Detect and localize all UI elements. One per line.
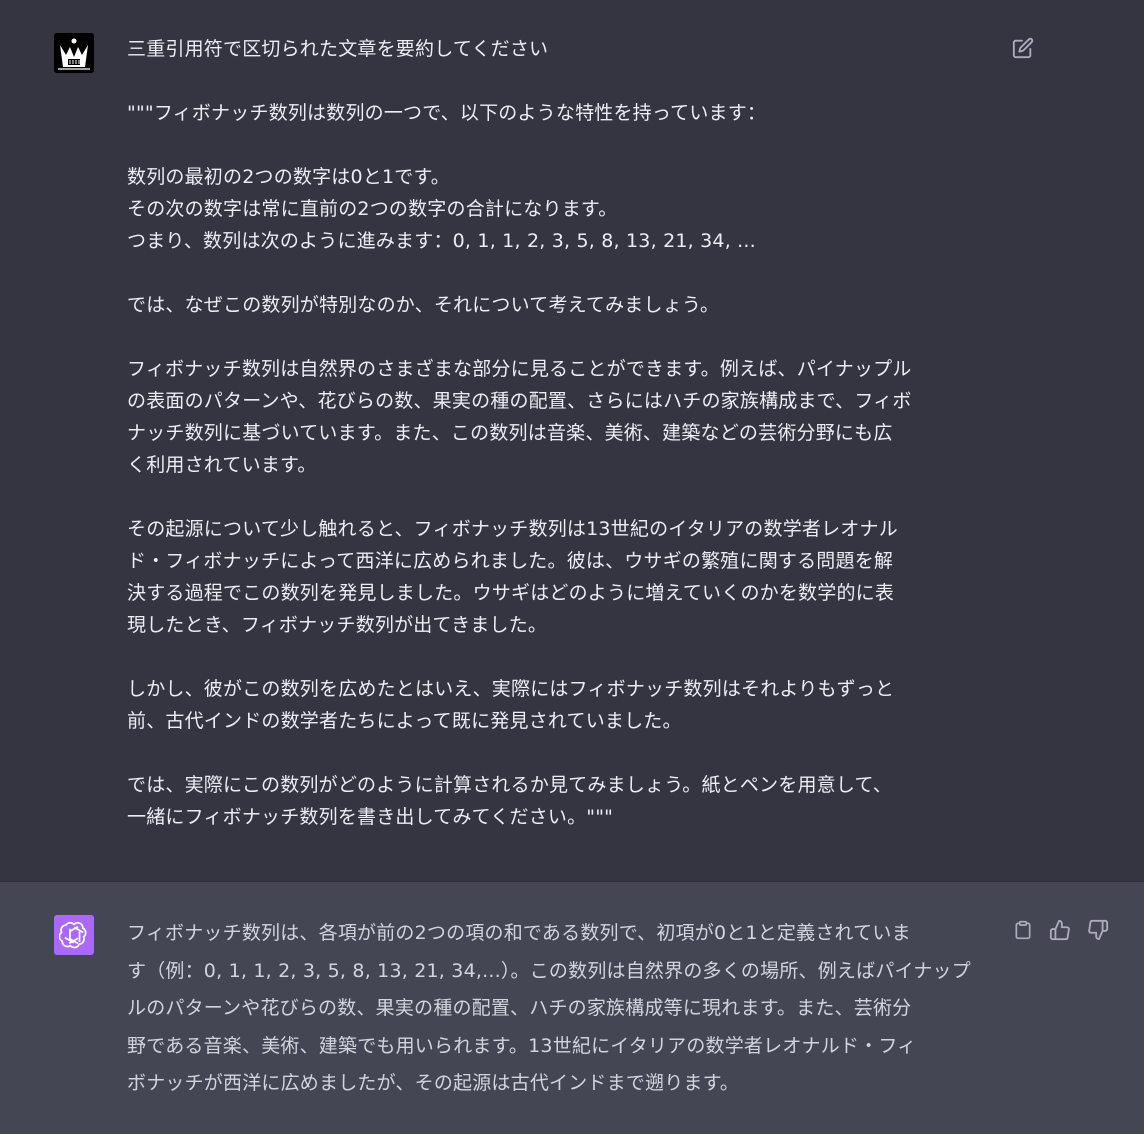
text-line: ルのパターンや花びらの数、果実の種の配置、ハチの家族構成等に現れます。また、芸術… — [127, 997, 912, 1019]
user-message-text: 三重引用符で区切られた文章を要約してください """フィボナッチ数列は数列の一つで… — [127, 33, 1007, 833]
text-line: 一緒にフィボナッチ数列を書き出してみてください。""" — [127, 806, 614, 828]
user-avatar — [54, 33, 94, 73]
text-line: しかし、彼がこの数列を広めたとはいえ、実際にはフィボナッチ数列はそれよりもずっと — [127, 678, 895, 700]
edit-button[interactable] — [1010, 35, 1036, 61]
text-line: つまり、数列は次のように進みます：0, 1, 1, 2, 3, 5, 8, 13… — [127, 230, 756, 252]
thumbs-down-icon — [1088, 919, 1109, 941]
assistant-message-text: フィボナッチ数列は、各項が前の2つの項の和である数列で、初項が0と1と定義されて… — [127, 915, 995, 1103]
edit-icon — [1012, 37, 1034, 59]
thumbs-up-icon — [1049, 919, 1070, 941]
text-line: """フィボナッチ数列は数列の一つで、以下のような特性を持っています： — [127, 102, 767, 124]
text-line: の表面のパターンや、花びらの数、果実の種の配置、さらにはハチの家族構成まで、フィ… — [127, 390, 912, 412]
text-line: 野である音楽、美術、建築でも用いられます。13世紀にイタリアの数学者レオナルド・… — [127, 1034, 917, 1057]
text-line: フィボナッチ数列は自然界のさまざまな部分に見ることができます。例えば、パイナップ… — [127, 358, 912, 380]
text-line: では、なぜこの数列が特別なのか、それについて考えてみましょう。 — [127, 294, 720, 316]
text-line: フィボナッチ数列は、各項が前の2つの項の和である数列で、初項が0と1と定義されて… — [127, 922, 911, 944]
thumbs-down-button[interactable] — [1085, 917, 1111, 943]
text-line: その起源について少し触れると、フィボナッチ数列は13世紀のイタリアの数学者レオナ… — [127, 518, 898, 540]
text-line: す（例：0, 1, 1, 2, 3, 5, 8, 13, 21, 34,...）… — [127, 959, 971, 982]
user-message: 三重引用符で区切られた文章を要約してください """フィボナッチ数列は数列の一つで… — [0, 0, 1144, 881]
assistant-message: フィボナッチ数列は、各項が前の2つの項の和である数列で、初項が0と1と定義されて… — [0, 881, 1144, 1134]
openai-logo-icon — [59, 921, 87, 949]
text-line: 前、古代インドの数学者たちによって既に発見されていました。 — [127, 710, 682, 732]
clipboard-icon — [1015, 920, 1031, 940]
text-line: 三重引用符で区切られた文章を要約してください — [127, 38, 549, 60]
text-line: 現したとき、フィボナッチ数列が出てきました。 — [127, 614, 548, 636]
thumbs-up-button[interactable] — [1047, 917, 1073, 943]
text-line: 決する過程でこの数列を発見しました。ウサギはどのように増えていくのかを数学的に表 — [127, 582, 895, 604]
text-line: 数列の最初の2つの数字は0と1です。 — [127, 166, 450, 188]
crown-icon — [54, 33, 94, 73]
text-line: ナッチ数列に基づいています。また、この数列は音楽、美術、建築などの芸術分野にも広 — [127, 422, 893, 444]
text-line: では、実際にこの数列がどのように計算されるか見てみましょう。紙とペンを用意して、 — [127, 774, 892, 796]
assistant-avatar — [54, 915, 94, 955]
copy-button[interactable] — [1010, 917, 1036, 943]
text-line: ボナッチが西洋に広めましたが、その起源は古代インドまで遡ります。 — [127, 1072, 740, 1094]
chat-page: 三重引用符で区切られた文章を要約してください """フィボナッチ数列は数列の一つで… — [0, 0, 1144, 1134]
text-line: ド・フィボナッチによって西洋に広められました。彼は、ウサギの繁殖に関する問題を解 — [127, 550, 894, 572]
text-line: く利用されています。 — [127, 454, 317, 476]
text-line: その次の数字は常に直前の2つの数字の合計になります。 — [127, 198, 618, 220]
